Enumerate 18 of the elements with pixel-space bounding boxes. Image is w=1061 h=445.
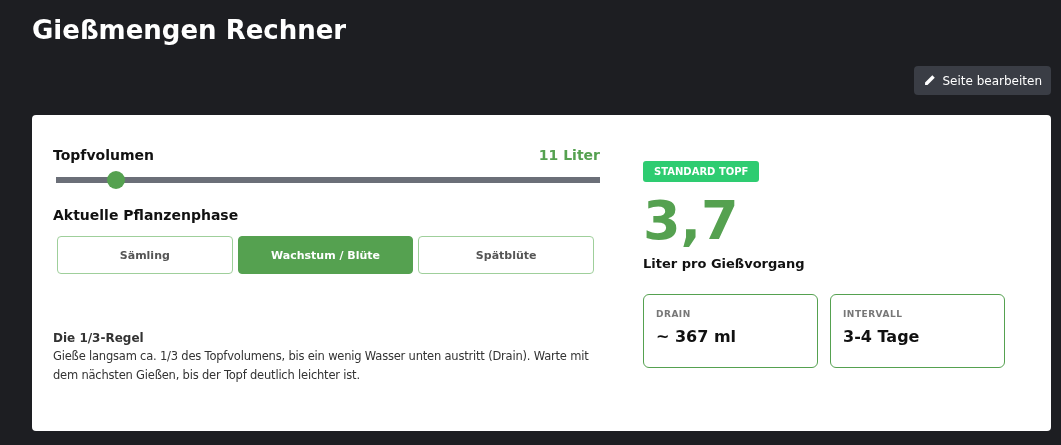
stat-value: 3-4 Tage bbox=[843, 327, 921, 346]
volume-label: Topfvolumen bbox=[53, 147, 154, 163]
phase-label: Aktuelle Pflanzenphase bbox=[53, 207, 240, 223]
result-unit: Liter pro Gießvorgang bbox=[643, 256, 805, 271]
volume-reading: 11 Liter bbox=[538, 147, 600, 163]
pot-type-badge: STANDARD TOPF bbox=[643, 161, 760, 182]
page-title: Gießmengen Rechner bbox=[32, 14, 348, 47]
phase-option[interactable]: Sämling bbox=[57, 236, 233, 274]
pencil-icon bbox=[923, 74, 937, 87]
result-value: 3,7 bbox=[643, 190, 739, 252]
stat-label: INTERVALL bbox=[843, 309, 904, 319]
rule-title: Die 1/3-Regel bbox=[53, 331, 145, 345]
stat-value: ~ 367 ml bbox=[656, 327, 738, 346]
stat-label: DRAIN bbox=[656, 309, 692, 319]
rule-text: Gieße langsam ca. 1/3 des Topfvolumens, bis ein wenig Wasser unten austritt (Drain). Warte mit dem nächsten Gießen, bis der Topf deutlich leichter ist. bbox=[53, 348, 590, 384]
edit-page-button[interactable]: Seite bearbeiten bbox=[914, 66, 1051, 95]
phase-option[interactable]: Spätblüte bbox=[418, 236, 594, 274]
slider-thumb[interactable] bbox=[106, 171, 125, 189]
